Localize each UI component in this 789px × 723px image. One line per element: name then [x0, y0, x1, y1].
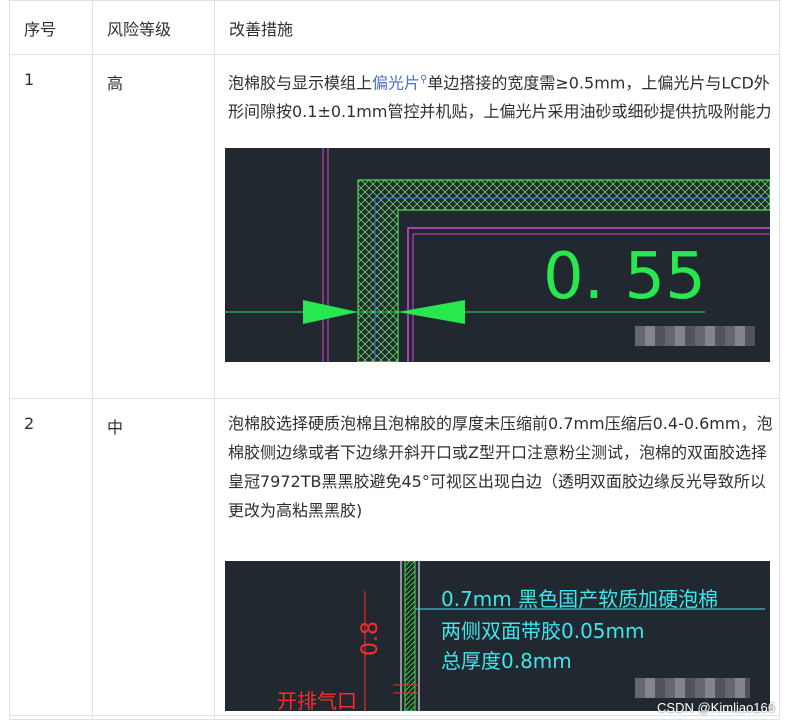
blurred-watermark: [635, 326, 755, 346]
measure-text: 泡棉胶与显示模组上偏光片⚲单边搭接的宽度需≥0.5mm，上偏光片与LCD外形间隙…: [228, 73, 772, 122]
row-number: 2: [24, 414, 35, 433]
cad-figure-foam: 0.8 0.7mm 黑色国产软质加硬泡棉 两侧双面带胶0.05mm 总厚度0.8…: [225, 560, 770, 713]
vertical-dimension: 0.8: [358, 621, 383, 656]
header-cell-measure: 改善措施: [214, 0, 780, 55]
blurred-watermark: [635, 678, 750, 698]
cad-figure-overlap: 0. 55: [225, 148, 771, 363]
header-cell-risk: 风险等级: [92, 0, 215, 55]
header-cell-no: 序号: [9, 0, 93, 55]
risk-level: 高: [107, 74, 124, 93]
figure-note-line: 总厚度0.8mm: [441, 649, 572, 673]
watermark: CSDN @Kimliao166: [657, 700, 775, 715]
dimension-arrow-left: [303, 300, 358, 324]
vent-label: 开排气口: [277, 689, 357, 711]
row-number: 1: [24, 70, 35, 89]
table-bottom-border: [9, 715, 779, 716]
polarizer-link[interactable]: 偏光片: [372, 73, 420, 92]
figure-note-line: 两侧双面带胶0.05mm: [441, 619, 645, 643]
table-header-row: 序号 风险等级 改善措施: [9, 0, 780, 55]
measure-text: 泡棉胶选择硬质泡棉且泡棉胶的厚度未压缩前0.7mm压缩后0.4-0.6mm，泡棉…: [228, 414, 773, 520]
risk-level: 中: [107, 418, 124, 437]
dimension-value: 0. 55: [543, 240, 706, 314]
figure-note-line: 0.7mm 黑色国产软质加硬泡棉: [441, 587, 718, 611]
